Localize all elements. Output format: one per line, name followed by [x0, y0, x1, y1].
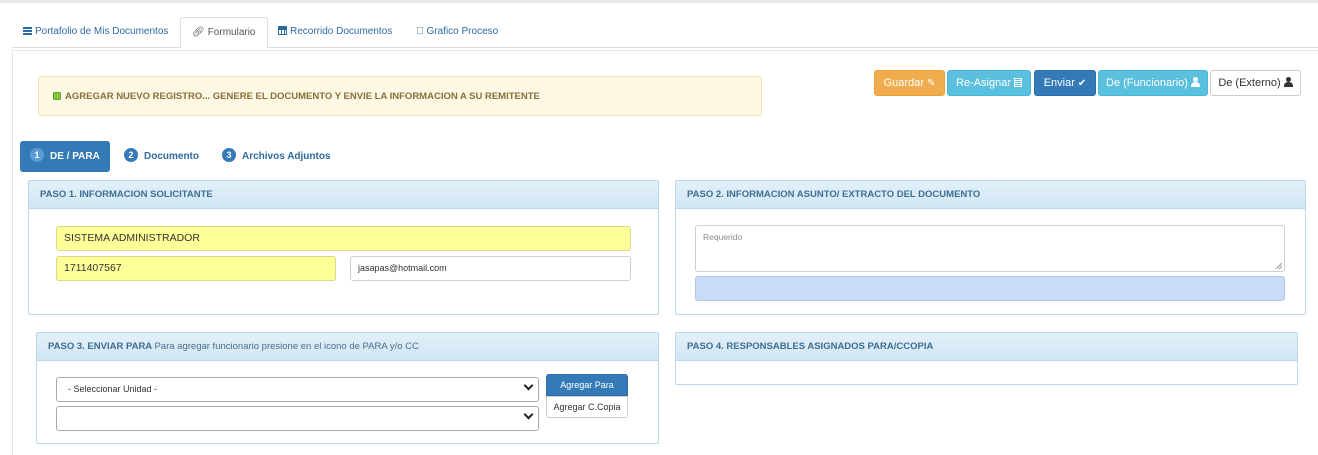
- alert-text: AGREGAR NUEVO REGISTRO... GENERE EL DOCU…: [65, 91, 540, 102]
- list-alt-icon: [1014, 78, 1023, 87]
- unidad-select[interactable]: - Seleccionar Unidad -: [56, 377, 539, 402]
- list-icon: [23, 27, 32, 35]
- paso1-title: PASO 1. INFORMACION SOLICITANTE: [29, 181, 658, 209]
- paso2-title: PASO 2. INFORMACION ASUNTO/ EXTRACTO DEL…: [676, 181, 1305, 209]
- tab-bar: Portafolio de Mis Documentos 🔗︎ Formulari…: [12, 17, 1318, 51]
- reasignar-button[interactable]: Re-Asignar: [947, 70, 1031, 96]
- tab-formulario[interactable]: 🔗︎ Formulario: [180, 17, 268, 49]
- user-icon: [1283, 77, 1293, 87]
- tab-formulario-label: Formulario: [207, 27, 256, 38]
- step-label: DE / PARA: [50, 151, 100, 162]
- tab-portafolio[interactable]: Portafolio de Mis Documentos: [23, 17, 168, 48]
- check-icon: ✔: [1077, 78, 1087, 89]
- link-icon: 🔗︎: [192, 27, 205, 38]
- paso4-panel: PASO 4. RESPONSABLES ASIGNADOS PARA/CCOP…: [675, 332, 1298, 385]
- edit-icon: ✎: [926, 78, 936, 89]
- tab-recorrido[interactable]: Recorrido Documentos: [278, 17, 392, 48]
- step-label: Documento: [144, 151, 199, 162]
- solicitante-email-field[interactable]: jasapas@hotmail.com: [350, 256, 631, 281]
- step-label: Archivos Adjuntos: [242, 151, 331, 162]
- chevron-down-icon: [523, 409, 534, 420]
- de-funcionario-button[interactable]: De (Funcionario): [1098, 70, 1208, 96]
- guardar-label: Guardar: [883, 77, 924, 89]
- solicitante-id-field[interactable]: 1711407567: [56, 256, 336, 281]
- tab-grafico[interactable]: Grafico Proceso: [416, 17, 498, 48]
- paso3-subtitle: Para agregar funcionario presione en el …: [154, 341, 419, 352]
- paso3-header: PASO 3. ENVIAR PARA Para agregar funcion…: [37, 333, 658, 361]
- unidad-select-value: - Seleccionar Unidad -: [68, 384, 158, 394]
- guardar-button[interactable]: Guardar ✎: [874, 70, 945, 96]
- user-icon: [1190, 77, 1200, 87]
- tab-recorrido-label: Recorrido Documentos: [290, 26, 393, 37]
- paso4-title: PASO 4. RESPONSABLES ASIGNADOS PARA/CCOP…: [676, 333, 1297, 361]
- extracto-field[interactable]: [695, 276, 1285, 301]
- green-square-icon: [53, 92, 61, 100]
- chevron-down-icon: [523, 380, 534, 391]
- step-number: 1: [30, 148, 44, 162]
- solicitante-name-field[interactable]: SISTEMA ADMINISTRADOR: [56, 226, 631, 251]
- table-icon: [278, 26, 287, 35]
- step-de-para[interactable]: 1 DE / PARA: [20, 141, 110, 172]
- step-number: 3: [222, 148, 236, 162]
- enviar-label: Enviar: [1043, 77, 1075, 89]
- funcionario-select[interactable]: [56, 406, 539, 431]
- paso3-title: PASO 3. ENVIAR PARA: [48, 341, 152, 352]
- tab-grafico-label: Grafico Proceso: [419, 26, 499, 37]
- asunto-textarea[interactable]: Requerido: [695, 225, 1285, 272]
- de-externo-button[interactable]: De (Externo): [1210, 70, 1301, 96]
- agregar-para-button[interactable]: Agregar Para: [546, 374, 628, 396]
- tab-portafolio-label: Portafolio de Mis Documentos: [35, 26, 169, 37]
- step-archivos-adjuntos[interactable]: 3 Archivos Adjuntos: [222, 141, 331, 172]
- de-externo-label: De (Externo): [1218, 77, 1281, 89]
- step-number: 2: [124, 148, 138, 162]
- step-documento[interactable]: 2 Documento: [124, 141, 199, 172]
- apple-icon: : [416, 17, 424, 47]
- de-funcionario-label: De (Funcionario): [1106, 77, 1188, 89]
- enviar-button[interactable]: Enviar ✔: [1034, 70, 1096, 96]
- info-alert: AGREGAR NUEVO REGISTRO... GENERE EL DOCU…: [38, 76, 762, 116]
- reasignar-label: Re-Asignar: [955, 77, 1012, 89]
- top-divider: [0, 0, 1318, 3]
- agregar-copia-button[interactable]: Agregar C.Copia: [546, 396, 628, 418]
